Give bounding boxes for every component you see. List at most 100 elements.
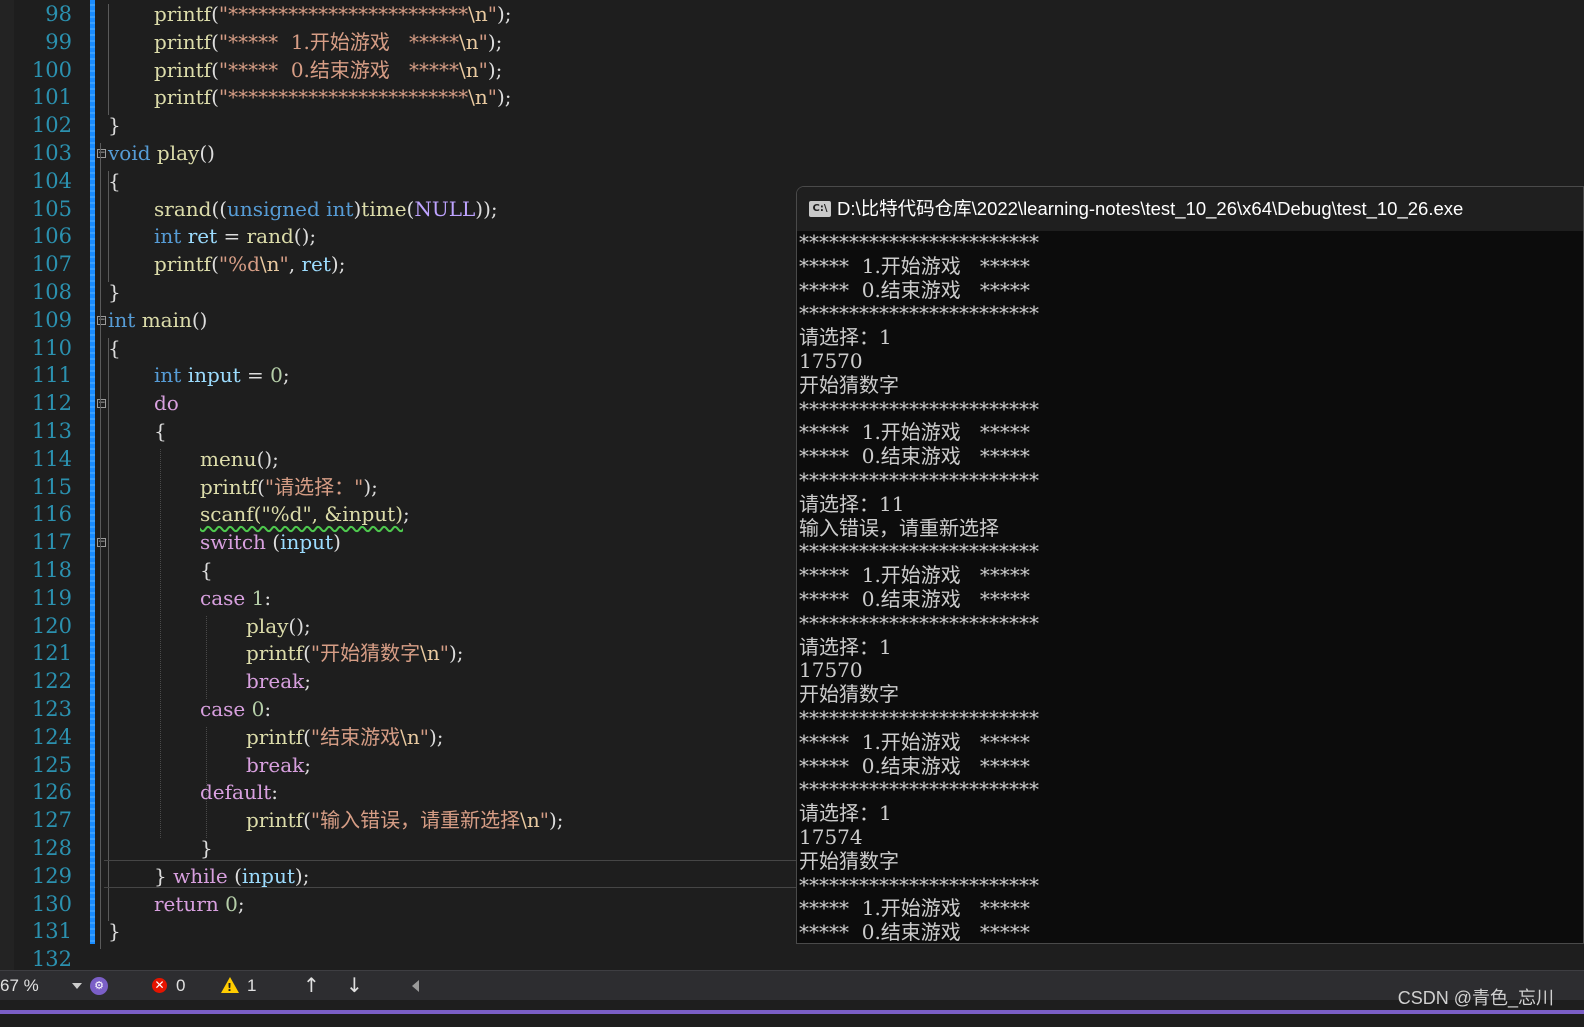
code-token: case bbox=[200, 585, 246, 610]
code-token: return bbox=[154, 891, 219, 916]
code-token: ( bbox=[303, 808, 311, 833]
code-token: { bbox=[108, 168, 121, 193]
scope-guide bbox=[206, 615, 207, 699]
code-token: printf bbox=[154, 252, 212, 277]
code-line: void play() bbox=[108, 139, 215, 167]
collapse-toggle-icon[interactable]: − bbox=[97, 315, 106, 325]
console-title: D:\比特代码仓库\2022\learning-notes\test_10_26… bbox=[837, 198, 1464, 219]
line-number: 120 bbox=[31, 613, 72, 638]
scroll-left-icon[interactable] bbox=[412, 980, 419, 992]
console-line: ***** 1.开始游戏 ***** bbox=[799, 253, 1030, 278]
code-token: "************************ bbox=[218, 2, 469, 26]
code-token: ( bbox=[303, 724, 311, 749]
code-token: printf bbox=[154, 57, 212, 82]
line-number: 125 bbox=[31, 752, 72, 777]
code-token: play bbox=[246, 613, 289, 638]
code-token: srand bbox=[154, 196, 212, 221]
code-token: } bbox=[200, 836, 213, 860]
line-number: 112 bbox=[31, 391, 72, 416]
code-token: ( bbox=[211, 29, 219, 54]
line-number: 132 bbox=[31, 947, 72, 972]
code-token: } bbox=[108, 113, 121, 138]
code-token: while bbox=[173, 863, 228, 888]
code-token: int bbox=[154, 363, 182, 388]
warning-count[interactable]: 1 bbox=[247, 971, 256, 1001]
console-window[interactable]: C:\ D:\比特代码仓库\2022\learning-notes\test_1… bbox=[796, 186, 1584, 944]
console-line: 开始猜数字 bbox=[799, 682, 899, 707]
code-line: } bbox=[108, 278, 121, 306]
code-token: ; bbox=[304, 669, 311, 694]
code-token: int bbox=[108, 307, 136, 332]
line-number: 103 bbox=[31, 141, 72, 165]
console-line: ***** 0.结束游戏 ***** bbox=[799, 753, 1030, 778]
code-token: " bbox=[478, 57, 488, 82]
code-line: int ret = rand(); bbox=[154, 222, 316, 250]
next-issue-arrow-icon[interactable]: ↓ bbox=[346, 971, 363, 1000]
code-token: " bbox=[487, 2, 497, 26]
warning-icon: ! bbox=[221, 977, 239, 994]
code-token: ( bbox=[211, 2, 219, 26]
zoom-level[interactable]: 67 % bbox=[0, 971, 39, 1001]
console-line: ***** 1.开始游戏 ***** bbox=[799, 896, 1030, 921]
code-line: } bbox=[108, 111, 121, 139]
code-token: " bbox=[487, 85, 497, 110]
code-token: ; bbox=[403, 502, 410, 527]
editor-status-bar: 67 % ⚙ ✕ 0 ! 1 ↑ ↓ bbox=[0, 970, 1584, 1000]
code-line: int input = 0; bbox=[154, 361, 290, 389]
code-line: case 1: bbox=[200, 584, 271, 612]
code-line: printf("开始猜数字\n"); bbox=[246, 639, 463, 667]
code-token: "***** 0.结束游戏 ***** bbox=[218, 57, 459, 82]
code-token: " bbox=[478, 29, 488, 54]
code-token: "输入错误，请重新选择 bbox=[310, 808, 521, 833]
collapse-toggle-icon[interactable]: − bbox=[97, 149, 106, 158]
code-token: int bbox=[326, 196, 354, 221]
code-token: ( bbox=[227, 863, 242, 888]
collapse-toggle-icon[interactable]: − bbox=[97, 399, 106, 409]
code-token: : bbox=[271, 780, 279, 805]
code-token: switch bbox=[200, 530, 266, 555]
line-number: 105 bbox=[31, 196, 72, 221]
code-line: printf("***** 0.结束游戏 *****\n"); bbox=[154, 56, 502, 84]
code-token: scanf("%d", &input) bbox=[200, 502, 403, 527]
code-line: scanf("%d", &input); bbox=[200, 500, 410, 528]
code-token: ); bbox=[496, 2, 512, 26]
console-title-bar[interactable]: C:\ D:\比特代码仓库\2022\learning-notes\test_1… bbox=[797, 187, 1583, 231]
code-token: "开始猜数字 bbox=[310, 641, 421, 666]
scope-guide bbox=[108, 337, 109, 922]
code-token: "***** 1.开始游戏 ***** bbox=[218, 29, 459, 54]
intellicode-icon[interactable]: ⚙ bbox=[90, 977, 108, 995]
code-token: ; bbox=[282, 363, 290, 388]
code-token: ); bbox=[487, 57, 503, 82]
accent-bar bbox=[0, 1010, 1584, 1014]
line-number: 121 bbox=[31, 641, 72, 666]
code-line: { bbox=[200, 556, 213, 584]
code-line: printf("************************\n"); bbox=[154, 83, 511, 111]
code-token: input bbox=[241, 863, 295, 888]
line-number: 126 bbox=[31, 780, 72, 805]
watermark: CSDN @青色_忘川 bbox=[1397, 988, 1554, 1008]
code-token: ; bbox=[237, 891, 245, 916]
code-line: play(); bbox=[246, 612, 311, 640]
zoom-dropdown-icon[interactable] bbox=[72, 983, 82, 989]
code-token: " bbox=[279, 252, 289, 277]
warning-glyph: ! bbox=[227, 981, 233, 994]
console-line: ************************ bbox=[799, 467, 1039, 492]
code-token: default bbox=[200, 780, 272, 805]
error-count[interactable]: 0 bbox=[176, 971, 185, 1001]
console-line: ************************ bbox=[799, 539, 1039, 564]
collapse-toggle-icon[interactable]: − bbox=[97, 538, 106, 548]
code-token: ( bbox=[211, 57, 219, 82]
previous-issue-arrow-icon[interactable]: ↑ bbox=[303, 971, 320, 1000]
code-line: return 0; bbox=[154, 890, 245, 918]
console-line: ************************ bbox=[799, 610, 1039, 635]
code-token: unsigned bbox=[227, 196, 320, 221]
code-token: ret bbox=[187, 224, 218, 249]
code-line: printf("输入错误，请重新选择\n"); bbox=[246, 806, 563, 834]
line-number: 114 bbox=[31, 446, 72, 471]
code-token: ); bbox=[428, 724, 444, 749]
code-token: break bbox=[246, 669, 305, 694]
code-token: ( bbox=[265, 530, 281, 555]
code-token: int bbox=[154, 224, 182, 249]
code-token: do bbox=[154, 391, 179, 416]
code-token: ( bbox=[303, 641, 311, 666]
